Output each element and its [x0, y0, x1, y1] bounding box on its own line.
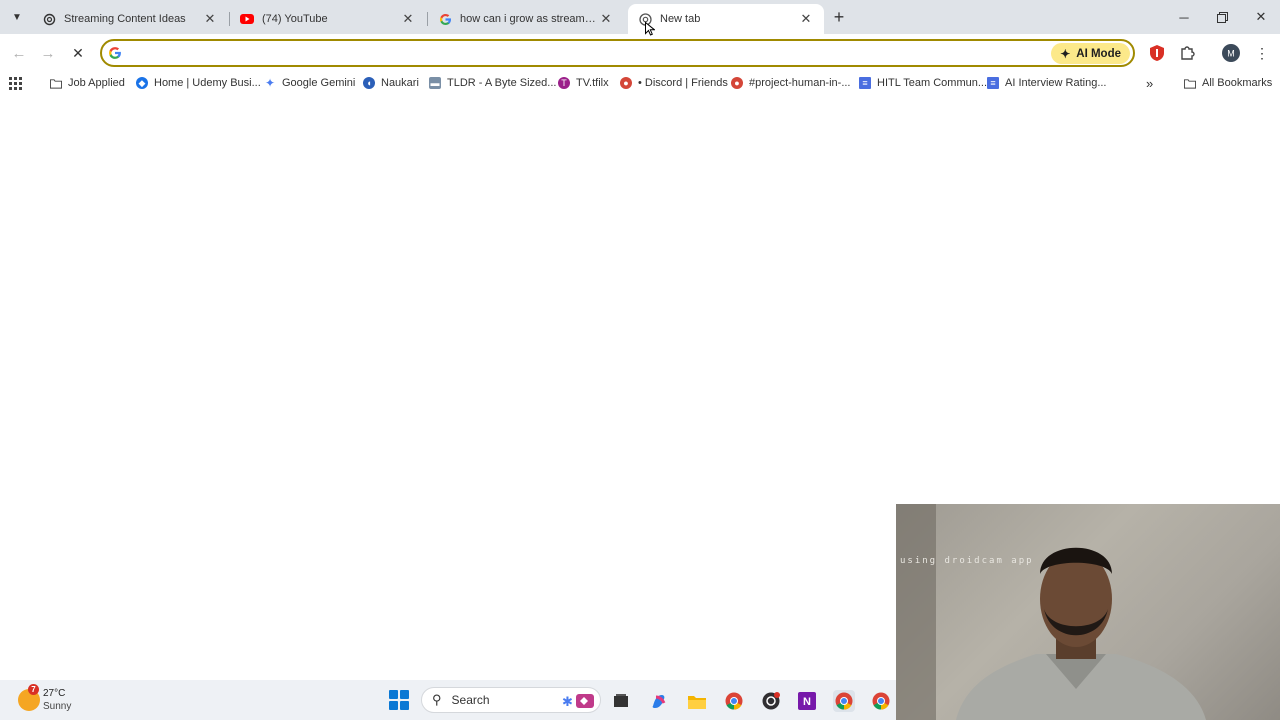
file-explorer-icon[interactable] [686, 690, 708, 712]
bookmark-tldr[interactable]: ▬ TLDR - A Byte Sized... [429, 72, 556, 94]
folder-icon [1184, 77, 1196, 89]
gemini-icon: ✦ [264, 76, 276, 90]
chrome-profile-icon[interactable] [833, 690, 855, 712]
chrome-taskbar-icon[interactable] [723, 690, 745, 712]
ai-mode-button[interactable]: ✦ AI Mode [1051, 43, 1130, 64]
google-icon [108, 46, 124, 62]
slack-icon: ● [731, 77, 743, 89]
tab-title: how can i grow as streamer on [460, 13, 598, 25]
bookmarks-bar: Job Applied ◆ Home | Udemy Busi... ✦ Goo… [0, 72, 1280, 94]
search-sparkle-icon: ✦ [1060, 46, 1071, 61]
bookmark-project-human[interactable]: ● #project-human-in-... [731, 72, 851, 94]
omnibox-input[interactable] [132, 44, 1032, 64]
naukri-icon: ◖ [363, 77, 375, 89]
tab-title: New tab [660, 13, 701, 25]
bookmark-udemy[interactable]: ◆ Home | Udemy Busi... [136, 72, 261, 94]
tab-youtube[interactable]: (74) YouTube ✕ [230, 4, 426, 34]
doc-icon: ≡ [859, 77, 871, 89]
bookmark-label: TLDR - A Byte Sized... [447, 77, 557, 89]
weather-condition[interactable]: Sunny [43, 701, 71, 712]
weather-badge: 7 [28, 684, 39, 695]
bookmark-label: • Discord | Friends [638, 77, 728, 89]
webcam-overlay: using droidcam app [896, 504, 1280, 720]
mouse-cursor-icon [645, 22, 655, 36]
adblock-extension-icon[interactable] [1147, 43, 1167, 63]
udemy-icon: ◆ [136, 77, 148, 89]
minimize-icon[interactable]: ─ [1165, 0, 1203, 34]
task-view-icon[interactable] [610, 690, 632, 712]
bookmark-label: AI Interview Rating... [1005, 77, 1107, 89]
bookmark-label: Home | Udemy Busi... [154, 77, 261, 89]
ai-mode-label: AI Mode [1076, 47, 1121, 60]
tab-title: Streaming Content Ideas [64, 13, 186, 25]
search-icon: ⚲ [432, 692, 442, 707]
tab-strip: ▼ Streaming Content Ideas ✕ (74) YouTube… [0, 0, 1280, 34]
forward-arrow-icon[interactable]: → [37, 42, 59, 64]
google-icon [438, 12, 452, 26]
window-close-icon[interactable]: ✕ [1242, 0, 1280, 34]
new-tab-plus-icon[interactable]: + [829, 7, 849, 27]
restore-icon[interactable] [1203, 0, 1241, 34]
bookmark-job-applied[interactable]: Job Applied [50, 72, 125, 94]
bookmark-discord[interactable]: ● • Discord | Friends [620, 72, 728, 94]
chatgpt-icon [42, 12, 56, 26]
bookmark-naukari[interactable]: ◖ Naukari [363, 72, 419, 94]
chrome-profile-2-icon[interactable] [870, 690, 892, 712]
browser-toolbar: ← → ✕ ✦ AI Mode M ⋮ [0, 34, 1280, 72]
bookmark-label: Naukari [381, 77, 419, 89]
extensions-puzzle-icon[interactable] [1177, 43, 1197, 63]
copilot-badge-icon[interactable]: ✱ [560, 690, 598, 712]
folder-icon [50, 77, 62, 89]
copilot-icon[interactable] [648, 690, 670, 712]
profile-avatar-icon[interactable]: M [1221, 43, 1241, 63]
bookmark-label: TV.tfilx [576, 77, 609, 89]
kebab-menu-icon[interactable]: ⋮ [1252, 43, 1272, 63]
back-arrow-icon[interactable]: ← [8, 42, 30, 64]
weather-temp[interactable]: 27°C [43, 688, 65, 699]
tab-search-chevron-icon[interactable]: ▼ [7, 7, 27, 27]
stop-loading-icon[interactable]: ✕ [67, 42, 89, 64]
all-bookmarks-button[interactable]: All Bookmarks [1184, 72, 1272, 94]
onenote-icon[interactable]: N [796, 690, 818, 712]
bookmark-hitl-team[interactable]: ≡ HITL Team Commun... [859, 72, 987, 94]
bookmark-label: HITL Team Commun... [877, 77, 988, 89]
tldr-icon: ▬ [429, 77, 441, 89]
close-icon[interactable]: ✕ [202, 11, 218, 27]
tab-title: (74) YouTube [262, 13, 328, 25]
discord-icon: ● [620, 77, 632, 89]
webcam-overlay-text: using droidcam app [900, 556, 1034, 566]
doc-icon: ≡ [987, 77, 999, 89]
bookmark-label: #project-human-in-... [749, 77, 851, 89]
bookmark-label: Google Gemini [282, 77, 356, 89]
svg-text:N: N [803, 696, 811, 708]
bookmark-gemini[interactable]: ✦ Google Gemini [264, 72, 355, 94]
tab-google-search[interactable]: how can i grow as streamer on ✕ [428, 4, 624, 34]
youtube-icon [240, 12, 254, 26]
windows-start-icon[interactable] [389, 690, 409, 710]
bookmark-ai-interview[interactable]: ≡ AI Interview Rating... [987, 72, 1107, 94]
close-icon[interactable]: ✕ [598, 11, 614, 27]
apps-grid-icon[interactable] [9, 72, 22, 94]
svg-text:✱: ✱ [562, 694, 573, 709]
tab-new-tab[interactable]: New tab ✕ [628, 4, 824, 34]
obs-icon[interactable] [760, 690, 782, 712]
bookmark-tv-tfilx[interactable]: T TV.tfilx [558, 72, 609, 94]
close-icon[interactable]: ✕ [400, 11, 416, 27]
more-bookmarks-chevron-icon[interactable]: » [1146, 72, 1153, 94]
address-bar[interactable]: ✦ AI Mode [100, 39, 1135, 67]
taskbar-search-label: Search [451, 693, 490, 707]
tab-streaming-content-ideas[interactable]: Streaming Content Ideas ✕ [32, 4, 228, 34]
close-icon[interactable]: ✕ [798, 11, 814, 27]
svg-text:M: M [1227, 49, 1235, 59]
bookmark-label: Job Applied [68, 77, 125, 89]
all-bookmarks-label: All Bookmarks [1202, 77, 1273, 89]
webcam-person-image [896, 504, 1206, 720]
tv-icon: T [558, 77, 570, 89]
